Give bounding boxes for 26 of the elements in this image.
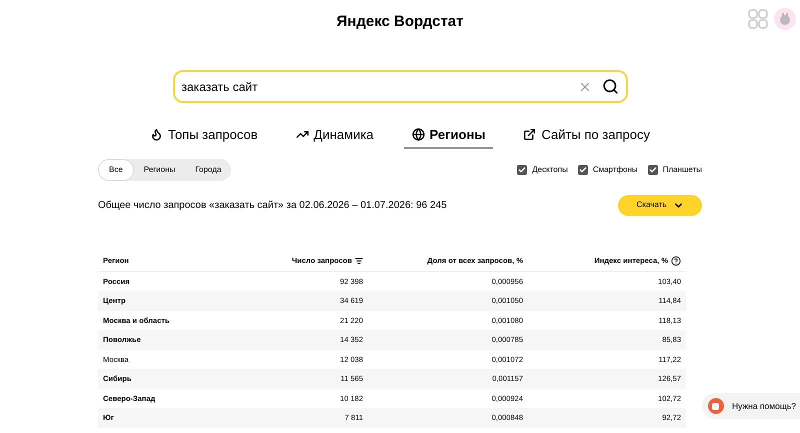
tab[interactable]: Сайты по запросу xyxy=(515,125,658,148)
tab[interactable]: Топы запросов xyxy=(142,125,266,148)
tab[interactable]: Регионы xyxy=(404,125,494,148)
search-query: заказать сайт xyxy=(182,78,259,96)
checkbox[interactable] xyxy=(648,164,658,174)
search-field[interactable]: заказать сайт xyxy=(172,70,628,103)
segment[interactable]: Все xyxy=(98,158,134,180)
help-chat-button[interactable]: Нужна помощь? xyxy=(702,393,800,419)
flame-icon xyxy=(150,128,164,142)
external-link-icon xyxy=(523,128,536,142)
sort-icon[interactable] xyxy=(355,257,363,265)
chat-icon xyxy=(708,398,724,414)
checkbox-label: Планшеты xyxy=(662,164,702,176)
app-title: Яндекс Вордстат xyxy=(336,12,464,32)
help-icon[interactable] xyxy=(671,256,681,266)
checkbox-label: Смартфоны xyxy=(592,164,638,176)
globe-icon xyxy=(412,128,425,142)
tab[interactable]: Динамика xyxy=(288,125,382,148)
download-button[interactable]: Скачать xyxy=(618,194,702,216)
checkbox[interactable] xyxy=(517,164,528,174)
checkbox-label: Десктопы xyxy=(532,164,568,176)
segment[interactable]: Города xyxy=(185,158,232,180)
segment[interactable]: Регионы xyxy=(134,158,186,180)
search-icon[interactable] xyxy=(602,78,618,95)
summary-text: Общее число запросов «заказать сайт» за 02.06.2026 – 01.07.2026: 96 245 xyxy=(98,198,447,212)
checkbox[interactable] xyxy=(578,164,588,174)
